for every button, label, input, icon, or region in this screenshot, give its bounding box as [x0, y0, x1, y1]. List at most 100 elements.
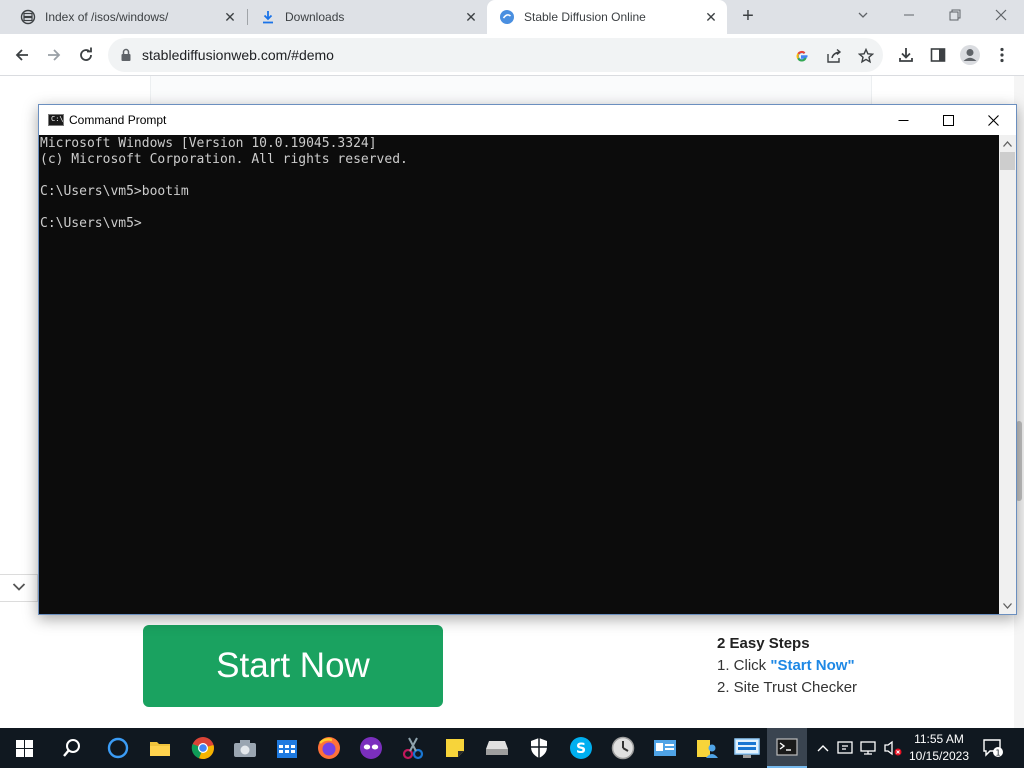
menu-kebab-icon[interactable]	[988, 41, 1016, 69]
chevron-up-icon	[817, 745, 829, 752]
security-alert-icon	[837, 741, 853, 754]
taskbar-clock[interactable]: 11:55 AM 10/15/2023	[906, 731, 972, 765]
console-line: Microsoft Windows [Version 10.0.19045.33…	[40, 136, 377, 151]
calendar-icon	[277, 740, 297, 758]
sticky-note-icon	[446, 739, 464, 757]
scroll-up-arrow-icon[interactable]	[999, 135, 1016, 152]
close-window-button[interactable]	[978, 0, 1024, 30]
step-2: 2. Site Trust Checker	[717, 679, 858, 696]
terminal-icon	[776, 738, 798, 756]
mask-icon	[360, 737, 382, 759]
command-prompt-window[interactable]: C:\_ Command Prompt Microsoft Windows [V…	[38, 104, 1017, 615]
tray-volume-button[interactable]	[882, 728, 904, 768]
close-icon[interactable]: ✕	[222, 9, 238, 25]
download-icon	[260, 9, 276, 25]
notification-center-button[interactable]: 1	[980, 728, 1006, 768]
address-bar[interactable]: stablediffusionweb.com/#demo	[108, 38, 883, 72]
start-now-button[interactable]: Start Now	[143, 625, 443, 707]
lock-icon	[120, 48, 132, 67]
profile-avatar[interactable]	[956, 41, 984, 69]
easy-steps: 2 Easy Steps 1. Click "Start Now" 2. Sit…	[717, 633, 857, 699]
collapse-toggle-button[interactable]	[0, 574, 38, 602]
new-tab-button[interactable]: +	[737, 6, 759, 28]
console-prompt-line[interactable]: C:\Users\vm5>	[40, 216, 999, 232]
notification-count: 1	[995, 749, 1000, 758]
tab-downloads[interactable]: Downloads ✕	[240, 0, 487, 34]
monitor-icon	[734, 738, 760, 758]
restore-button[interactable]	[932, 0, 978, 30]
folder-icon	[150, 742, 170, 756]
browser-tab-strip: Index of /isos/windows/ ✕ Downloads ✕ St…	[0, 0, 1024, 34]
skype-icon: S	[570, 737, 592, 759]
cmd-app-icon: C:\_	[48, 114, 68, 126]
clock-date: 10/15/2023	[908, 749, 970, 763]
cmd-scrollbar[interactable]	[999, 135, 1016, 614]
firefox-taskbar-item[interactable]	[309, 728, 349, 768]
tab-search-button[interactable]	[840, 0, 886, 30]
cmd-titlebar[interactable]: C:\_ Command Prompt	[39, 105, 1016, 135]
file-explorer-taskbar-item[interactable]	[140, 728, 180, 768]
step-1-link[interactable]: "Start Now"	[770, 657, 854, 674]
side-panel-button[interactable]	[924, 41, 952, 69]
sticky-notes-taskbar-item[interactable]	[435, 728, 475, 768]
start-button[interactable]	[4, 728, 44, 768]
tab-title: Downloads	[285, 10, 345, 24]
cmd-minimize-button[interactable]	[880, 105, 926, 135]
chevron-down-icon	[12, 579, 26, 597]
downloads-button[interactable]	[892, 41, 920, 69]
reload-button[interactable]	[72, 41, 100, 69]
share-icon[interactable]	[824, 46, 844, 66]
windows-security-taskbar-item[interactable]	[519, 728, 559, 768]
cmd-close-button[interactable]	[970, 105, 1016, 135]
cortana-button[interactable]	[98, 728, 138, 768]
tab-index-of-isos[interactable]: Index of /isos/windows/ ✕	[0, 0, 246, 34]
scroll-down-arrow-icon[interactable]	[999, 597, 1016, 614]
close-icon[interactable]: ✕	[703, 9, 719, 25]
search-button[interactable]	[52, 728, 92, 768]
clock-time: 11:55 AM	[914, 732, 964, 746]
step-1-text: 1. Click	[717, 657, 771, 674]
console-line: C:\Users\vm5>bootim	[40, 184, 189, 199]
hard-drive-icon	[486, 741, 508, 755]
step-1: 1. Click "Start Now"	[717, 655, 857, 677]
cmd-window-title: Command Prompt	[69, 113, 167, 127]
remote-desktop-taskbar-item[interactable]	[727, 728, 767, 768]
tab-stable-diffusion-online[interactable]: Stable Diffusion Online ✕	[487, 0, 727, 34]
cmd-scrollbar-thumb[interactable]	[1000, 152, 1015, 170]
page-header-card	[150, 76, 872, 106]
search-icon	[63, 739, 80, 757]
calendar-taskbar-item[interactable]	[267, 728, 307, 768]
skype-taskbar-item[interactable]: S	[561, 728, 601, 768]
cmd-console-output[interactable]: Microsoft Windows [Version 10.0.19045.33…	[39, 135, 999, 614]
chrome-icon	[191, 737, 214, 760]
bookmark-star-icon[interactable]	[856, 46, 876, 66]
console-line: (c) Microsoft Corporation. All rights re…	[40, 152, 408, 167]
tray-network-button[interactable]	[858, 728, 878, 768]
chrome-taskbar-item[interactable]	[183, 728, 223, 768]
back-button[interactable]	[8, 41, 36, 69]
stable-diffusion-icon	[499, 9, 515, 25]
user-files-taskbar-item[interactable]	[687, 728, 727, 768]
notification-icon: 1	[983, 739, 1003, 758]
volume-muted-icon	[884, 740, 902, 756]
minimize-button[interactable]	[886, 0, 932, 30]
tab-title: Index of /isos/windows/	[45, 10, 169, 24]
contact-card-taskbar-item[interactable]	[645, 728, 685, 768]
google-icon[interactable]	[792, 46, 812, 66]
tray-security-button[interactable]	[836, 728, 856, 768]
contact-card-icon	[654, 740, 676, 756]
steps-title: 2 Easy Steps	[717, 635, 810, 652]
alarm-clock-icon	[611, 736, 635, 760]
snipping-tool-taskbar-item[interactable]	[393, 728, 433, 768]
command-prompt-taskbar-item[interactable]	[767, 728, 807, 768]
mask-app-taskbar-item[interactable]	[351, 728, 391, 768]
camera-taskbar-item[interactable]	[225, 728, 265, 768]
cmd-maximize-button[interactable]	[925, 105, 971, 135]
show-hidden-icons-button[interactable]	[814, 728, 832, 768]
close-icon[interactable]: ✕	[463, 9, 479, 25]
forward-button[interactable]	[40, 41, 68, 69]
drive-app-taskbar-item[interactable]	[477, 728, 517, 768]
clock-app-taskbar-item[interactable]	[603, 728, 643, 768]
